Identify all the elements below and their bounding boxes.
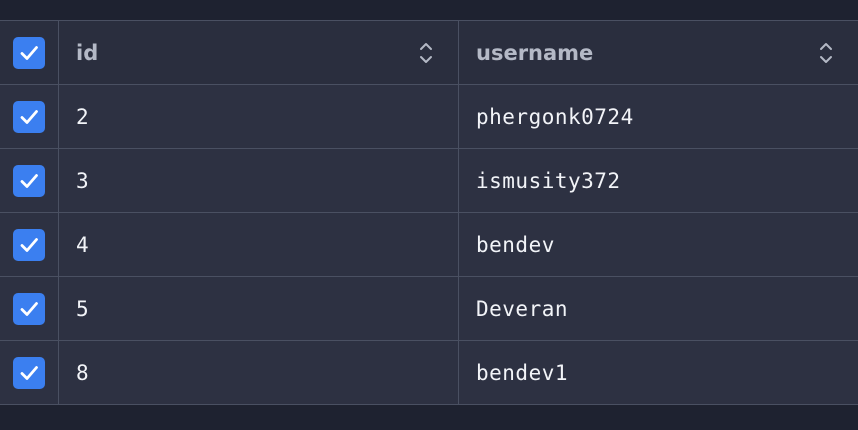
- row-checkbox[interactable]: [13, 292, 45, 325]
- row-checkbox[interactable]: [13, 356, 45, 389]
- cell-username[interactable]: phergonk0724: [459, 85, 858, 148]
- row-select-cell[interactable]: [0, 85, 59, 148]
- table-row[interactable]: 2 phergonk0724: [0, 85, 858, 149]
- row-select-cell[interactable]: [0, 149, 59, 212]
- cell-id[interactable]: 4: [59, 213, 459, 276]
- cell-username[interactable]: ismusity372: [459, 149, 858, 212]
- column-header-username-label: username: [476, 40, 594, 65]
- column-header-id[interactable]: id: [59, 21, 459, 84]
- cell-username[interactable]: Deveran: [459, 277, 858, 340]
- cell-id-value: 4: [76, 232, 90, 257]
- table-row[interactable]: 8 bendev1: [0, 341, 858, 405]
- row-select-cell[interactable]: [0, 277, 59, 340]
- cell-username-value: Deveran: [476, 296, 569, 321]
- sort-updown-icon[interactable]: [418, 40, 434, 66]
- row-checkbox[interactable]: [13, 164, 45, 197]
- check-icon: [20, 237, 38, 252]
- row-select-cell[interactable]: [0, 213, 59, 276]
- check-icon: [20, 365, 38, 380]
- row-checkbox[interactable]: [13, 228, 45, 261]
- select-all-cell[interactable]: [0, 21, 59, 84]
- check-icon: [20, 301, 38, 316]
- cell-username-value: ismusity372: [476, 168, 621, 193]
- table-row[interactable]: 4 bendev: [0, 213, 858, 277]
- cell-username[interactable]: bendev1: [459, 341, 858, 404]
- row-checkbox[interactable]: [13, 100, 45, 133]
- column-header-username[interactable]: username: [459, 21, 858, 84]
- results-panel: id username 2 phergonk0724 3 ismusity372…: [0, 0, 858, 430]
- cell-id[interactable]: 8: [59, 341, 459, 404]
- cell-id-value: 5: [76, 296, 90, 321]
- cell-id-value: 8: [76, 360, 90, 385]
- check-icon: [20, 173, 38, 188]
- sort-updown-icon[interactable]: [818, 40, 834, 66]
- cell-username-value: bendev: [476, 232, 555, 257]
- cell-id[interactable]: 2: [59, 85, 459, 148]
- table-row[interactable]: 5 Deveran: [0, 277, 858, 341]
- table-row[interactable]: 3 ismusity372: [0, 149, 858, 213]
- cell-id[interactable]: 5: [59, 277, 459, 340]
- table-footer-area: [0, 405, 858, 430]
- cell-id-value: 2: [76, 104, 90, 129]
- cell-username-value: phergonk0724: [476, 104, 634, 129]
- check-icon: [20, 45, 38, 60]
- select-all-checkbox[interactable]: [13, 36, 45, 69]
- results-table: id username 2 phergonk0724 3 ismusity372…: [0, 20, 858, 405]
- column-header-id-label: id: [76, 40, 99, 65]
- table-header-row: id username: [0, 21, 858, 85]
- row-select-cell[interactable]: [0, 341, 59, 404]
- cell-username[interactable]: bendev: [459, 213, 858, 276]
- check-icon: [20, 109, 38, 124]
- cell-id[interactable]: 3: [59, 149, 459, 212]
- cell-username-value: bendev1: [476, 360, 569, 385]
- cell-id-value: 3: [76, 168, 90, 193]
